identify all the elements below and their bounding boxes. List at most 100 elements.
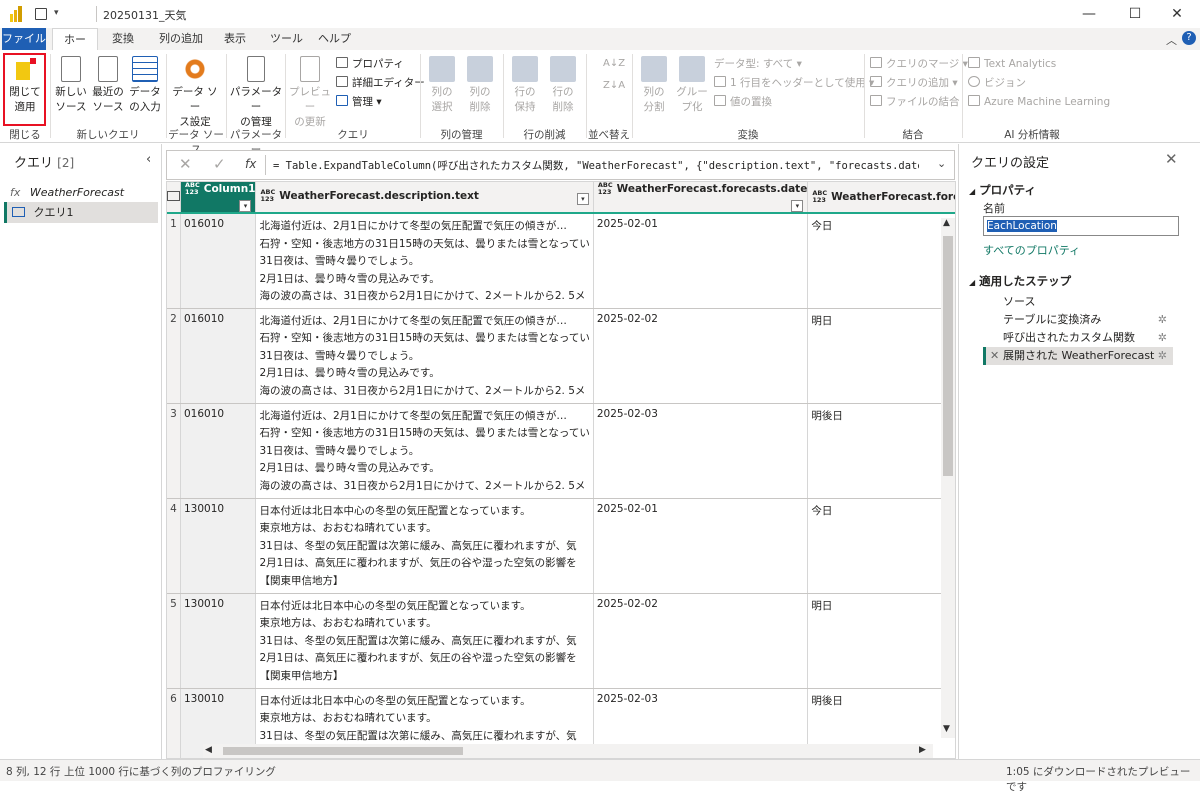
all-properties-link[interactable]: すべてのプロパティ [983, 242, 1080, 258]
replace-values-button[interactable]: 値の置換 [714, 94, 772, 110]
cell-forecast-label[interactable]: 明日 [807, 593, 955, 689]
text-analytics-button[interactable]: Text Analytics [968, 56, 1056, 72]
cell-date[interactable]: 2025-02-01 [593, 498, 809, 594]
column-header-column1[interactable]: ABC 123 Column1 ▾ [180, 182, 257, 214]
cell-column1[interactable]: 130010 [180, 593, 257, 689]
choose-columns-button[interactable]: 列の 選択 [424, 54, 460, 115]
query-item-query1[interactable]: クエリ1 [4, 202, 158, 223]
remove-rows-button[interactable]: 行の 削除 [545, 54, 581, 115]
data-type-dropdown[interactable]: データ型: すべて ▾ [714, 56, 802, 72]
use-first-row-button[interactable]: 1 行目をヘッダーとして使用 ▾ [714, 75, 874, 91]
azure-ml-button[interactable]: Azure Machine Learning [968, 94, 1110, 110]
close-settings-icon[interactable]: ✕ [1165, 150, 1178, 168]
close-window-button[interactable]: ✕ [1154, 0, 1200, 28]
step-converted-to-table[interactable]: テーブルに変換済み ✲ [983, 311, 1173, 329]
status-profiling[interactable]: 上位 1000 行に基づく列のプロファイリング [64, 764, 276, 779]
append-queries-button[interactable]: クエリの追加 ▾ [870, 75, 958, 91]
step-invoked-custom-function[interactable]: 呼び出されたカスタム関数 ✲ [983, 329, 1173, 347]
step-source[interactable]: ソース [983, 293, 1173, 311]
remove-columns-button[interactable]: 列の 削除 [462, 54, 498, 115]
cell-column1[interactable]: 130010 [180, 498, 257, 594]
manage-button[interactable]: 管理 ▾ [336, 94, 382, 110]
tab-add-column[interactable]: 列の追加 [151, 28, 211, 50]
close-apply-button[interactable]: 閉じて 適用 [5, 54, 45, 115]
expand-formula-icon[interactable]: ⌄ [937, 157, 946, 170]
recent-sources-button[interactable]: 最近の ソース [90, 54, 126, 115]
cell-column1[interactable]: 016010 [180, 403, 257, 499]
vision-button[interactable]: ビジョン [968, 75, 1026, 91]
enter-data-button[interactable]: データ の入力 [127, 54, 163, 115]
row-number[interactable]: 5 [167, 593, 181, 689]
data-source-settings-button[interactable]: データ ソー ス設定 [168, 54, 222, 130]
vertical-scroll-thumb[interactable] [943, 236, 953, 476]
row-number[interactable]: 3 [167, 403, 181, 499]
scroll-down-icon[interactable]: ▼ [943, 724, 950, 734]
cell-description[interactable]: 北海道付近は、2月1日にかけて冬型の気圧配置で気圧の傾きが… 石狩・空知・後志地方… [255, 213, 594, 309]
tab-home[interactable]: ホーム [52, 28, 98, 68]
horizontal-scrollbar[interactable]: ◀ ▶ [203, 744, 933, 758]
row-number[interactable]: 2 [167, 308, 181, 404]
help-icon[interactable]: ? [1182, 31, 1196, 45]
row-number[interactable]: 1 [167, 213, 181, 309]
cell-forecast-label[interactable]: 明後日 [807, 403, 955, 499]
confirm-formula-icon[interactable]: ✓ [213, 155, 226, 173]
gear-icon[interactable]: ✲ [1158, 329, 1167, 347]
cell-description[interactable]: 日本付近は北日本中心の冬型の気圧配置となっています。 東京地方は、おおむね晴れてい… [255, 498, 594, 594]
scroll-right-icon[interactable]: ▶ [919, 745, 926, 755]
column-header-description[interactable]: ABC 123 WeatherForecast.description.text ▾ [255, 182, 594, 214]
sort-ascending-icon[interactable]: A↓Z [603, 58, 625, 69]
tab-tools[interactable]: ツール [262, 28, 311, 50]
vertical-scrollbar[interactable]: ▲ ▼ [941, 218, 955, 738]
keep-rows-button[interactable]: 行の 保持 [507, 54, 543, 115]
filter-dropdown-icon[interactable]: ▾ [576, 193, 589, 205]
cell-forecast-label[interactable]: 明日 [807, 308, 955, 404]
combine-files-button[interactable]: ファイルの結合 [870, 94, 960, 110]
cell-forecast-label[interactable]: 今日 [807, 498, 955, 594]
horizontal-scroll-thumb[interactable] [223, 747, 463, 755]
applied-steps-header[interactable]: ◢ 適用したステップ [969, 273, 1071, 289]
row-number[interactable]: 4 [167, 498, 181, 594]
table-menu-icon[interactable] [167, 182, 181, 214]
group-by-button[interactable]: グルー プ化 [674, 54, 710, 115]
save-icon[interactable] [35, 8, 47, 20]
column-header-date[interactable]: ABC 123 WeatherForecast.forecasts.date ▾ [593, 182, 809, 214]
scroll-up-icon[interactable]: ▲ [943, 218, 950, 228]
row-number[interactable]: 6 [167, 688, 181, 758]
refresh-preview-button[interactable]: プレビュー の更新 [288, 54, 332, 130]
tab-transform[interactable]: 変換 [104, 28, 142, 50]
filter-dropdown-icon[interactable]: ▾ [791, 200, 804, 211]
minimize-button[interactable]: — [1066, 0, 1112, 28]
manage-parameters-button[interactable]: パラメーター の管理 [229, 54, 283, 130]
cell-date[interactable]: 2025-02-02 [593, 593, 809, 689]
gear-icon[interactable]: ✲ [1158, 311, 1167, 329]
step-expanded-weatherforecast[interactable]: ✕ 展開された WeatherForecast ✲ [983, 347, 1173, 365]
cell-description[interactable]: 日本付近は北日本中心の冬型の気圧配置となっています。 東京地方は、おおむね晴れてい… [255, 593, 594, 689]
cell-description[interactable]: 北海道付近は、2月1日にかけて冬型の気圧配置で気圧の傾きが… 石狩・空知・後志地方… [255, 308, 594, 404]
collapse-ribbon-icon[interactable]: ︿ [1166, 32, 1177, 48]
cell-column1[interactable]: 016010 [180, 213, 257, 309]
properties-button[interactable]: プロパティ [336, 56, 404, 72]
tab-help[interactable]: ヘルプ [310, 28, 359, 50]
scroll-left-icon[interactable]: ◀ [205, 745, 212, 755]
cell-column1[interactable]: 016010 [180, 308, 257, 404]
cell-date[interactable]: 2025-02-03 [593, 403, 809, 499]
cell-date[interactable]: 2025-02-01 [593, 213, 809, 309]
quick-access-dropdown-icon[interactable]: ▾ [54, 8, 59, 18]
tab-view[interactable]: 表示 [216, 28, 254, 50]
cell-description[interactable]: 北海道付近は、2月1日にかけて冬型の気圧配置で気圧の傾きが… 石狩・空知・後志地方… [255, 403, 594, 499]
maximize-button[interactable]: ☐ [1112, 0, 1158, 28]
fx-icon[interactable]: fx [245, 157, 256, 171]
formula-text[interactable]: = Table.ExpandTableColumn(呼び出されたカスタム関数, … [273, 158, 919, 173]
merge-queries-button[interactable]: クエリのマージ ▾ [870, 56, 968, 72]
sort-descending-icon[interactable]: Z↓A [603, 80, 625, 91]
tab-file[interactable]: ファイル [2, 28, 46, 50]
new-source-button[interactable]: 新しい ソース [53, 54, 89, 115]
filter-dropdown-icon[interactable]: ▾ [239, 200, 252, 211]
cell-forecast-label[interactable]: 今日 [807, 213, 955, 309]
collapse-pane-icon[interactable]: ‹ [146, 152, 151, 167]
column-header-forecasts[interactable]: ABC 123 WeatherForecast.fore [807, 182, 955, 214]
advanced-editor-button[interactable]: 詳細エディター [336, 75, 425, 91]
cell-date[interactable]: 2025-02-02 [593, 308, 809, 404]
name-input[interactable]: EachLocation [983, 216, 1179, 236]
delete-step-icon[interactable]: ✕ [990, 347, 999, 365]
